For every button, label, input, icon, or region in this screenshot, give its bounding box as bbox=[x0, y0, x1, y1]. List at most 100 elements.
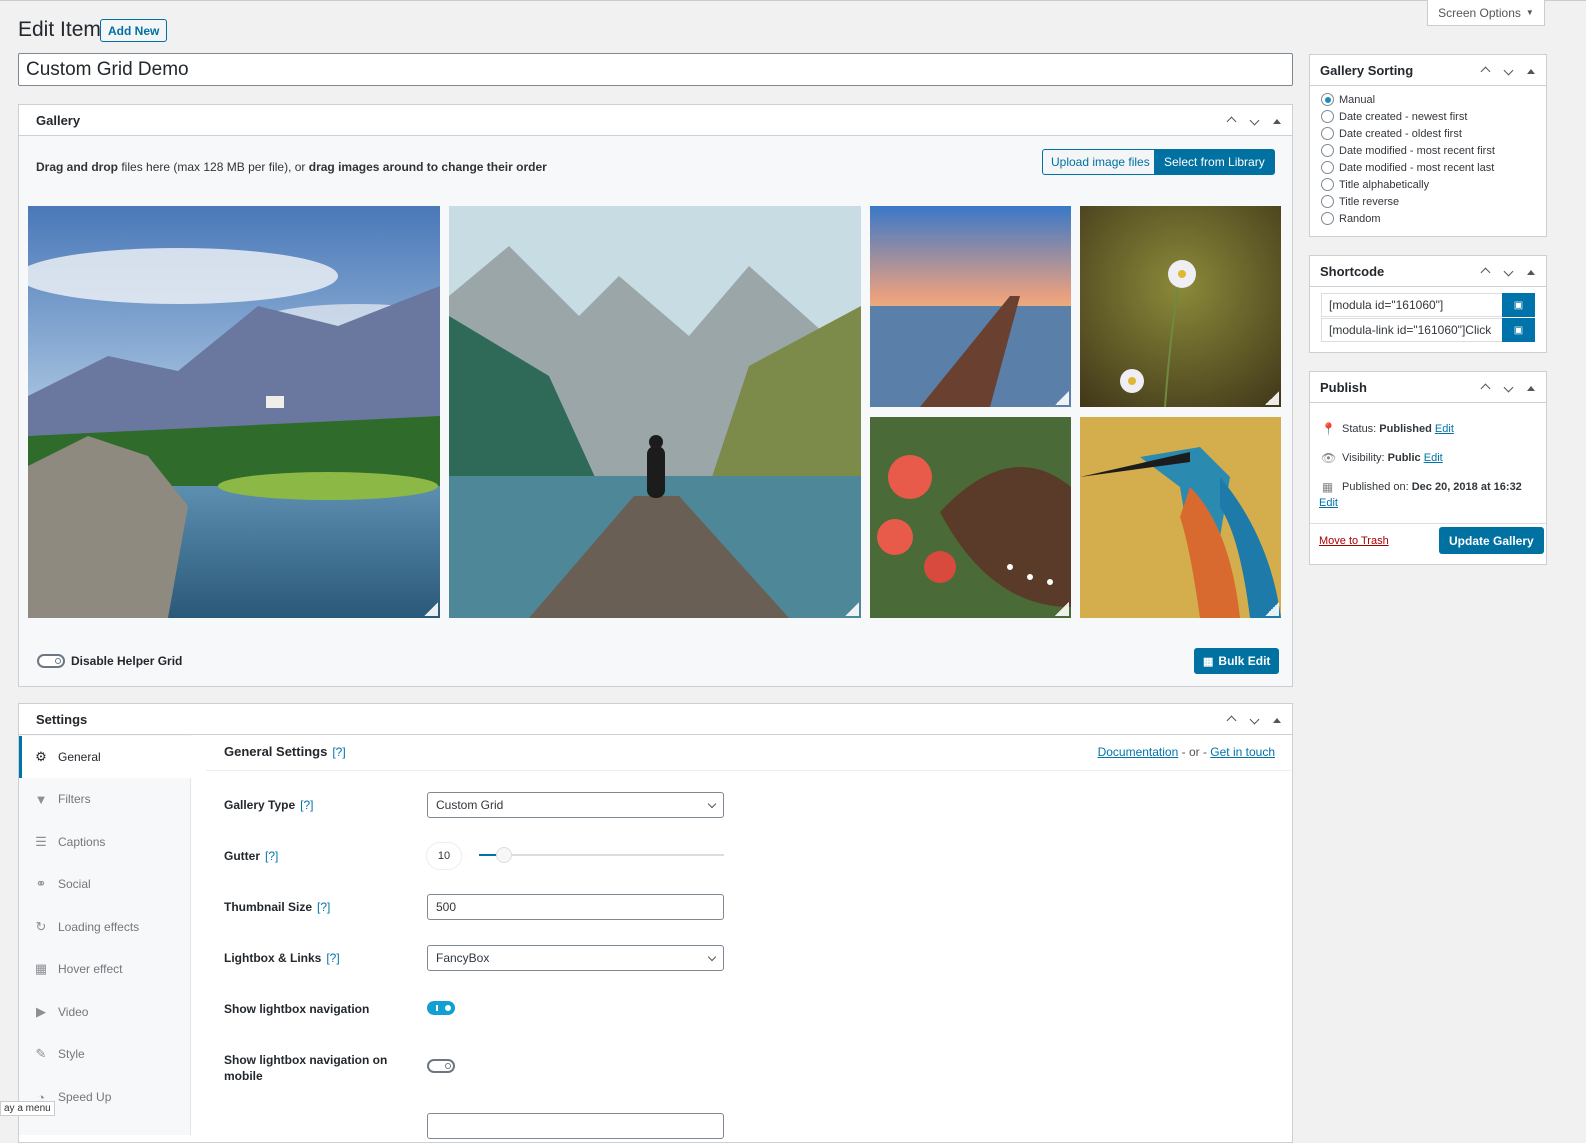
upload-image-files-button[interactable]: Upload image files bbox=[1042, 149, 1159, 175]
tab-hover-effect[interactable]: ▦ Hover effect bbox=[19, 948, 190, 990]
move-up-icon[interactable] bbox=[1224, 713, 1238, 727]
publish-header[interactable]: Publish bbox=[1310, 372, 1546, 403]
move-down-icon[interactable] bbox=[1247, 115, 1261, 127]
gallery-image-mountain-lake[interactable] bbox=[28, 206, 440, 618]
add-new-button[interactable]: Add New bbox=[100, 19, 168, 42]
settings-box-header[interactable]: Settings bbox=[19, 704, 1292, 735]
resize-handle-icon[interactable] bbox=[1055, 391, 1069, 405]
sort-option[interactable]: Date modified - most recent last bbox=[1321, 161, 1494, 174]
move-down-icon[interactable] bbox=[1501, 382, 1515, 394]
help-link[interactable]: [?] bbox=[300, 798, 313, 812]
tab-general[interactable]: ⚙ General bbox=[19, 736, 191, 778]
bulk-edit-label: Bulk Edit bbox=[1218, 654, 1271, 668]
edit-status-link[interactable]: Edit bbox=[1435, 423, 1454, 435]
show-lightbox-nav-mobile-toggle[interactable] bbox=[427, 1059, 455, 1073]
move-up-icon[interactable] bbox=[1478, 64, 1492, 78]
shortcode-header[interactable]: Shortcode bbox=[1310, 256, 1546, 287]
help-link[interactable]: [?] bbox=[332, 745, 345, 759]
edit-date-link[interactable]: Edit bbox=[1319, 497, 1338, 509]
move-up-icon[interactable] bbox=[1478, 265, 1492, 279]
collapse-toggle-icon[interactable] bbox=[1524, 266, 1538, 278]
gallery-image-kingfisher[interactable] bbox=[1080, 417, 1281, 618]
gallery-type-label: Gallery Type [?] bbox=[224, 798, 314, 812]
gallery-box-header[interactable]: Gallery bbox=[19, 105, 1292, 136]
gallery-sorting-box: Gallery Sorting Manual Date created - ne… bbox=[1309, 54, 1547, 237]
sort-option[interactable]: Manual bbox=[1321, 93, 1375, 106]
help-link[interactable]: [?] bbox=[326, 951, 339, 965]
move-up-icon[interactable] bbox=[1224, 114, 1238, 128]
next-setting-field[interactable] bbox=[427, 1113, 724, 1139]
shortcode-field[interactable]: [modula id="161060"] bbox=[1321, 293, 1503, 317]
publish-box: Publish 📍 Status: Published Edit 👁 Visib… bbox=[1309, 371, 1547, 565]
helper-grid-toggle[interactable] bbox=[37, 654, 65, 668]
or-separator: - or - bbox=[1178, 745, 1211, 759]
sort-option[interactable]: Date modified - most recent first bbox=[1321, 144, 1495, 157]
tab-loading-effects[interactable]: ↻ Loading effects bbox=[19, 906, 190, 948]
gutter-slider-track[interactable] bbox=[479, 854, 724, 856]
video-icon: ▶ bbox=[36, 1004, 46, 1019]
bulk-edit-button[interactable]: ▦ Bulk Edit bbox=[1194, 648, 1280, 674]
settings-box-title: Settings bbox=[36, 711, 88, 727]
gallery-image-dock-lake[interactable] bbox=[449, 206, 861, 618]
sort-option[interactable]: Random bbox=[1321, 212, 1381, 225]
radio-button[interactable] bbox=[1321, 161, 1334, 174]
move-up-icon[interactable] bbox=[1478, 381, 1492, 395]
sort-option[interactable]: Title reverse bbox=[1321, 195, 1399, 208]
tab-style[interactable]: ✎ Style bbox=[19, 1033, 190, 1075]
sort-option[interactable]: Title alphabetically bbox=[1321, 178, 1429, 191]
radio-button[interactable] bbox=[1321, 195, 1334, 208]
copy-shortcode-button[interactable]: ▣ bbox=[1502, 293, 1535, 317]
select-from-library-button[interactable]: Select from Library bbox=[1154, 149, 1275, 175]
collapse-toggle-icon[interactable] bbox=[1524, 65, 1538, 77]
resize-handle-icon[interactable] bbox=[1265, 391, 1279, 405]
sort-option[interactable]: Date created - oldest first bbox=[1321, 127, 1462, 140]
radio-button[interactable] bbox=[1321, 212, 1334, 225]
collapse-toggle-icon[interactable] bbox=[1270, 714, 1284, 726]
move-to-trash-link[interactable]: Move to Trash bbox=[1319, 535, 1389, 547]
collapse-toggle-icon[interactable] bbox=[1524, 382, 1538, 394]
copy-icon: ▣ bbox=[1513, 324, 1524, 336]
shortcode-link-field[interactable]: [modula-link id="161060"]Click bbox=[1321, 318, 1503, 342]
gallery-image-butterfly[interactable] bbox=[870, 417, 1071, 618]
get-in-touch-link[interactable]: Get in touch bbox=[1210, 745, 1275, 759]
resize-handle-icon[interactable] bbox=[1265, 602, 1279, 616]
copy-shortcode-link-button[interactable]: ▣ bbox=[1502, 318, 1535, 342]
gallery-type-select[interactable]: Custom Grid bbox=[427, 792, 724, 818]
radio-button[interactable] bbox=[1321, 110, 1334, 123]
gutter-value[interactable]: 10 bbox=[427, 843, 461, 869]
move-down-icon[interactable] bbox=[1247, 714, 1261, 726]
radio-button[interactable] bbox=[1321, 178, 1334, 191]
field-label: Thumbnail Size bbox=[224, 900, 313, 914]
move-down-icon[interactable] bbox=[1501, 65, 1515, 77]
tab-video[interactable]: ▶ Video bbox=[19, 991, 190, 1033]
edit-visibility-link[interactable]: Edit bbox=[1424, 452, 1443, 464]
screen-options-button[interactable]: Screen Options ▼ bbox=[1427, 0, 1545, 26]
help-link[interactable]: [?] bbox=[265, 849, 278, 863]
post-title-input[interactable] bbox=[18, 53, 1293, 86]
resize-handle-icon[interactable] bbox=[845, 602, 859, 616]
tab-social[interactable]: ⚭ Social bbox=[19, 863, 190, 905]
lightbox-select[interactable]: FancyBox bbox=[427, 945, 724, 971]
thumbnail-size-input[interactable] bbox=[427, 894, 724, 920]
radio-button[interactable] bbox=[1321, 93, 1334, 106]
tab-filters[interactable]: ▼ Filters bbox=[19, 778, 190, 820]
help-link[interactable]: [?] bbox=[317, 900, 330, 914]
gallery-type-value: Custom Grid bbox=[436, 798, 504, 812]
gallery-image-sunset-pier[interactable] bbox=[870, 206, 1071, 407]
upload-text-mid: files here (max 128 MB per file), or bbox=[118, 160, 309, 174]
tab-captions[interactable]: ☰ Captions bbox=[19, 821, 190, 863]
documentation-link[interactable]: Documentation bbox=[1098, 745, 1179, 759]
collapse-toggle-icon[interactable] bbox=[1270, 115, 1284, 127]
gallery-image-daisies[interactable] bbox=[1080, 206, 1281, 407]
radio-button[interactable] bbox=[1321, 127, 1334, 140]
resize-handle-icon[interactable] bbox=[1055, 602, 1069, 616]
sort-option[interactable]: Date created - newest first bbox=[1321, 110, 1467, 123]
gallery-sorting-header[interactable]: Gallery Sorting bbox=[1310, 55, 1546, 86]
divider bbox=[206, 770, 1291, 771]
radio-button[interactable] bbox=[1321, 144, 1334, 157]
resize-handle-icon[interactable] bbox=[424, 602, 438, 616]
move-down-icon[interactable] bbox=[1501, 266, 1515, 278]
update-gallery-button[interactable]: Update Gallery bbox=[1439, 527, 1544, 554]
gutter-slider-handle[interactable] bbox=[495, 847, 512, 863]
show-lightbox-nav-toggle[interactable] bbox=[427, 1001, 455, 1015]
